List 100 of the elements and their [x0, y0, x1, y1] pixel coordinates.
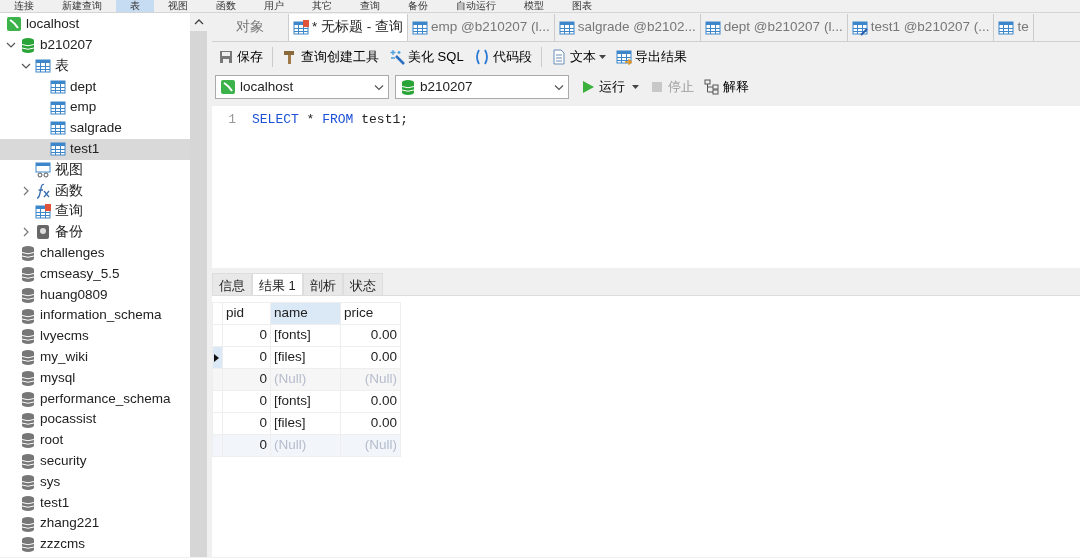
- table-cell: 0: [222, 390, 271, 413]
- document-tab[interactable]: * 无标题 - 查询: [289, 14, 408, 41]
- tree-item[interactable]: salgrade: [0, 118, 190, 139]
- tree-item[interactable]: 视图: [0, 159, 190, 181]
- table-icon: [50, 99, 66, 116]
- table-cell: 0.00: [340, 324, 401, 347]
- tree-item[interactable]: cmseasy_5.5: [0, 263, 190, 285]
- tree-item[interactable]: zhang221: [0, 513, 190, 534]
- toolbar-button[interactable]: 文本: [547, 46, 609, 68]
- result-tab[interactable]: 信息: [212, 273, 252, 295]
- sql-editor[interactable]: 1 SELECT * FROM test1;: [212, 106, 1080, 268]
- result-tab[interactable]: 状态: [342, 273, 383, 295]
- table-icon: [50, 141, 66, 158]
- tree-item[interactable]: my_wiki: [0, 346, 190, 368]
- tree-item[interactable]: zzzcms: [0, 533, 190, 555]
- table-cell: 0: [222, 434, 271, 457]
- menu-item[interactable]: 图表: [558, 0, 606, 12]
- database-select[interactable]: b210207: [395, 75, 569, 99]
- tree-item[interactable]: 表: [0, 55, 190, 77]
- tree-item[interactable]: challenges: [0, 242, 190, 264]
- code-line: SELECT * FROM test1;: [252, 111, 409, 129]
- play-icon: [580, 79, 596, 95]
- table-cell: (Null): [270, 434, 341, 457]
- tree-item[interactable]: emp: [0, 97, 190, 118]
- parentheses-icon: [473, 49, 490, 65]
- tree-item[interactable]: 备份: [0, 221, 190, 243]
- table-cell: [fonts]: [270, 390, 341, 413]
- table-icon: [412, 19, 428, 36]
- toolbar-button[interactable]: 美化 SQL: [386, 46, 467, 68]
- menu-item[interactable]: 模型: [510, 0, 558, 12]
- expand-icon[interactable]: [21, 185, 31, 196]
- table-cell: 0: [222, 368, 271, 391]
- function-icon: [35, 182, 51, 199]
- table-cell: (Null): [340, 368, 401, 391]
- table-cell: 0.00: [340, 412, 401, 435]
- expand-icon[interactable]: [21, 227, 31, 238]
- caret-icon[interactable]: [632, 84, 639, 90]
- menu-item[interactable]: 函数: [202, 0, 250, 12]
- table-cell: 0.00: [340, 390, 401, 413]
- column-header[interactable]: price: [340, 302, 401, 325]
- explain-icon: [704, 79, 720, 95]
- caret-icon[interactable]: [598, 54, 606, 60]
- table-icon: [35, 58, 51, 74]
- tree-item[interactable]: dept: [0, 76, 190, 98]
- connection-select[interactable]: localhost: [215, 75, 389, 99]
- backup-icon: [35, 224, 51, 241]
- tree-item[interactable]: 函数: [0, 180, 190, 202]
- tree-item[interactable]: test1: [0, 492, 190, 514]
- connection-icon: [6, 16, 22, 33]
- tree-item[interactable]: lvyecms: [0, 325, 190, 347]
- tree-item[interactable]: b210207: [0, 34, 190, 56]
- tree-item[interactable]: 查询: [0, 201, 190, 222]
- menu-item[interactable]: 查询: [346, 0, 394, 12]
- tree-item[interactable]: localhost: [0, 14, 190, 35]
- export-icon: [615, 49, 632, 65]
- table-cell: 0: [222, 346, 271, 369]
- tree-item[interactable]: performance_schema: [0, 388, 190, 410]
- table-icon: [558, 19, 575, 36]
- document-icon: [550, 49, 567, 65]
- tree-item[interactable]: pocassist: [0, 409, 190, 430]
- table-cell: (Null): [340, 434, 401, 457]
- column-header[interactable]: name: [270, 302, 341, 325]
- menu-item[interactable]: 新建查询: [48, 0, 116, 12]
- scrollbar[interactable]: [190, 13, 207, 557]
- toolbar-button[interactable]: 导出结果: [612, 46, 690, 68]
- result-tab[interactable]: 结果 1: [252, 273, 303, 295]
- menu-item[interactable]: 备份: [394, 0, 442, 12]
- menu-item[interactable]: 其它: [298, 0, 346, 12]
- tree-item[interactable]: root: [0, 429, 190, 451]
- tree-item[interactable]: security: [0, 450, 190, 472]
- query-icon: [35, 203, 51, 220]
- result-tab[interactable]: 剖析: [302, 273, 343, 295]
- table-cell: [files]: [270, 412, 341, 435]
- chevron-down-icon[interactable]: [374, 83, 384, 91]
- toolbar-button[interactable]: 代码段: [470, 46, 535, 68]
- table-icon: [704, 19, 721, 36]
- menu-item[interactable]: 用户: [250, 0, 298, 12]
- table-icon: [998, 19, 1015, 36]
- tree-item[interactable]: mysql: [0, 367, 190, 389]
- toolbar-button[interactable]: 运行: [577, 76, 642, 98]
- menu-item[interactable]: 表: [116, 0, 154, 12]
- tree-item[interactable]: huang0809: [0, 284, 190, 306]
- menu-item[interactable]: 连接: [0, 0, 48, 12]
- tree-item[interactable]: test1: [0, 138, 190, 160]
- toolbar-button[interactable]: 保存: [215, 46, 266, 68]
- menu-item[interactable]: 视图: [154, 0, 202, 12]
- column-header[interactable]: pid: [222, 302, 271, 325]
- tree-item[interactable]: sys: [0, 471, 190, 493]
- table-cell: 0.00: [340, 346, 401, 369]
- menu-item[interactable]: 自动运行: [442, 0, 510, 12]
- chevron-down-icon[interactable]: [554, 83, 564, 91]
- toolbar-button[interactable]: 解释: [701, 76, 752, 98]
- toolbar-button[interactable]: 查询创建工具: [279, 46, 382, 68]
- scroll-up-icon[interactable]: [193, 19, 204, 25]
- tree-item[interactable]: information_schema: [0, 305, 190, 326]
- collapse-icon[interactable]: [21, 61, 31, 71]
- connection-icon: [220, 79, 236, 95]
- database-icon: [400, 79, 416, 95]
- view-icon: [35, 161, 51, 178]
- table-cell: 0: [222, 324, 271, 347]
